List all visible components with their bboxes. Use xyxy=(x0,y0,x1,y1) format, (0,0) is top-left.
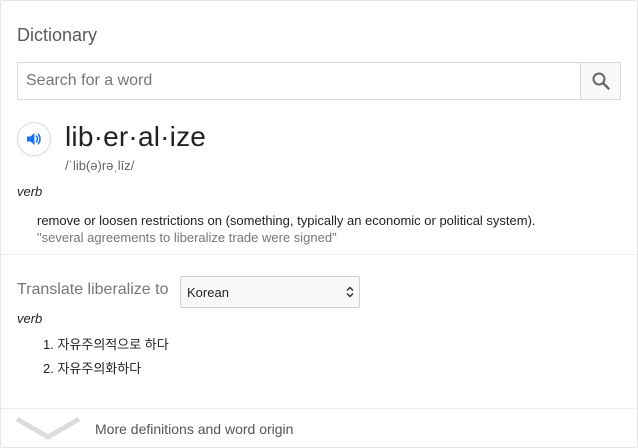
translate-label: Translate liberalize to xyxy=(17,281,169,298)
language-select[interactable]: Korean xyxy=(180,276,360,308)
pronunciation-button[interactable] xyxy=(17,122,51,156)
headword: lib·er·al·ize xyxy=(65,121,207,152)
search-box xyxy=(17,62,621,100)
chevron-down-icon xyxy=(15,416,81,440)
translation-part-of-speech: verb xyxy=(17,311,43,326)
card-heading: Dictionary xyxy=(17,25,98,45)
select-arrows-icon xyxy=(346,286,354,298)
more-definitions-label: More definitions and word origin xyxy=(95,421,294,437)
dictionary-card: Dictionary lib·er·al·ize /ˈlib(ə)rəˌlīz/… xyxy=(0,0,638,448)
language-select-value: Korean xyxy=(187,284,229,300)
search-button[interactable] xyxy=(580,63,620,99)
list-item: 2. 자유주의화하다 xyxy=(43,361,169,385)
translation-number: 1. xyxy=(43,337,54,352)
list-item: 1. 자유주의적으로 하다 xyxy=(43,337,169,361)
more-definitions-link[interactable]: More definitions and word origin xyxy=(1,409,637,447)
search-input[interactable] xyxy=(18,63,580,99)
phonetic-spelling: /ˈlib(ə)rəˌlīz/ xyxy=(65,158,135,173)
translation-number: 2. xyxy=(43,361,54,376)
definition-text: remove or loosen restrictions on (someth… xyxy=(37,213,536,228)
translation-text: 자유주의화하다 xyxy=(57,361,142,376)
example-sentence: "several agreements to liberalize trade … xyxy=(37,230,337,245)
translation-text: 자유주의적으로 하다 xyxy=(57,337,169,352)
search-icon xyxy=(592,72,610,90)
section-divider xyxy=(1,254,637,255)
part-of-speech: verb xyxy=(17,184,43,199)
translation-list: 1. 자유주의적으로 하다 2. 자유주의화하다 xyxy=(43,337,169,385)
speaker-icon xyxy=(27,133,41,145)
